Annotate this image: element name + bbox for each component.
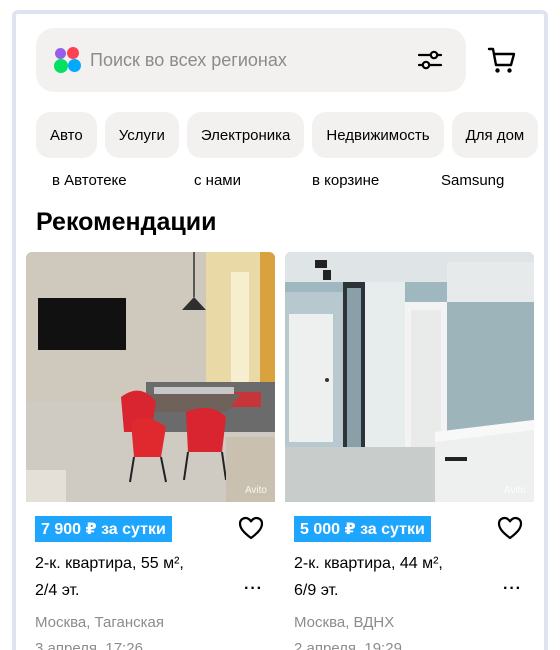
category-chips: Авто Услуги Электроника Недвижимость Для… [36,112,539,158]
listing-date: 2 апреля, 19:29 [294,640,402,650]
chip-auto[interactable]: Авто [36,112,97,158]
search-input[interactable]: Поиск во всех регионах [90,50,410,71]
watermark: Avito [503,485,526,496]
listing-date: 3 апреля, 17:26 [35,640,143,650]
price-badge: 5 000 ₽ за сутки [294,516,431,542]
app-screen: Поиск во всех регионах Авто Услуги Элект… [12,10,548,650]
cart-icon[interactable] [486,44,518,76]
title-line-2: 6/9 эт. [294,582,339,599]
shortcut-in-cart[interactable]: в корзине [312,172,379,189]
more-dots-icon[interactable]: ··· [244,580,263,598]
heart-icon[interactable] [496,514,524,542]
title-line-2: 2/4 эт. [35,582,80,599]
shortcut-samsung[interactable]: Samsung [441,172,504,189]
shortcuts-row: в Автотеке с нами в корзине Samsung [16,172,544,196]
title-line-1: 2-к. квартира, 55 м², [35,555,184,572]
listing-photo[interactable]: Avito [26,252,275,502]
shortcut-with-us[interactable]: с нами [194,172,241,189]
listing-title[interactable]: 2-к. квартира, 44 м², 6/9 эт. [294,550,474,604]
watermark: Avito [244,485,267,496]
title-line-1: 2-к. квартира, 44 м², [294,555,443,572]
price-badge: 7 900 ₽ за сутки [35,516,172,542]
heart-icon[interactable] [237,514,265,542]
chip-electronics[interactable]: Электроника [186,112,305,158]
shortcut-autoteka[interactable]: в Автотеке [52,172,127,189]
more-dots-icon[interactable]: ··· [503,580,522,598]
search-bar[interactable]: Поиск во всех регионах [36,28,466,92]
listing-card[interactable]: Avito 7 900 ₽ за сутки 2-к. квартира, 55… [26,252,275,650]
chip-home[interactable]: Для дом [451,112,539,158]
listing-location: Москва, ВДНХ [294,614,395,631]
listing-photo[interactable]: Avito [285,252,534,502]
chip-services[interactable]: Услуги [104,112,179,158]
avito-logo-icon [54,46,82,74]
chip-real-estate[interactable]: Недвижимость [312,112,444,158]
listing-title[interactable]: 2-к. квартира, 55 м², 2/4 эт. [35,550,215,604]
filter-sliders-icon[interactable] [410,40,450,80]
listing-location: Москва, Таганская [35,614,165,631]
section-heading: Рекомендации [36,208,217,236]
listing-card[interactable]: Avito 5 000 ₽ за сутки 2-к. квартира, 44… [285,252,534,650]
